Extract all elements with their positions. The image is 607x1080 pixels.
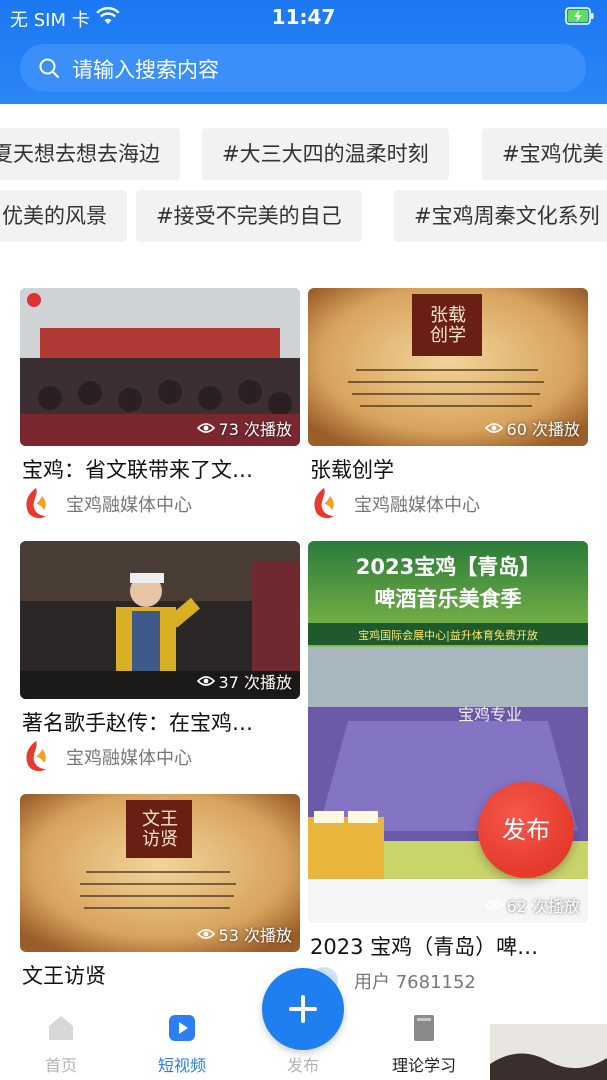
media-logo-icon	[26, 488, 46, 519]
eye-icon	[196, 929, 215, 939]
tab-label: 发布	[286, 1056, 319, 1075]
author-name: 宝鸡融媒体中心	[66, 495, 192, 516]
thumbnail-caption: 文王访贤	[142, 809, 178, 850]
eye-icon	[196, 423, 215, 433]
poster-subheadline: 啤酒音乐美食季	[374, 587, 522, 611]
add-button[interactable]	[262, 968, 344, 1050]
poster-banner: 宝鸡国际会展中心|益升体育免费开放	[358, 629, 538, 642]
clock: 11:47	[271, 5, 336, 29]
tab-home[interactable]: 首页	[6, 1012, 116, 1076]
view-count: 60 次播放	[484, 416, 580, 440]
floating-preview-thumbnail[interactable]	[490, 1024, 607, 1080]
author-row[interactable]: 宝鸡融媒体中心	[20, 484, 192, 524]
book-icon	[414, 1015, 434, 1041]
media-logo-icon	[314, 488, 334, 519]
video-card[interactable]: 37 次播放 著名歌手赵传：在宝鸡… 宝鸡融媒体中心	[20, 541, 300, 777]
eye-icon	[484, 423, 503, 433]
view-count: 37 次播放	[196, 669, 292, 693]
publish-floating-button[interactable]: 发布	[478, 782, 574, 878]
tag-chip[interactable]: 优美的风景	[0, 190, 127, 242]
tag-chip[interactable]: #接受不完美的自己	[136, 190, 362, 242]
search-icon	[39, 58, 59, 78]
view-count-text: 53 次播放	[218, 926, 292, 945]
author-name: 宝鸡融媒体中心	[66, 748, 192, 769]
tag-chip[interactable]: #大三大四的温柔时刻	[202, 128, 449, 180]
media-logo-icon	[26, 741, 46, 772]
preview-image	[490, 1024, 607, 1080]
view-count-text: 73 次播放	[218, 420, 292, 439]
author-name: 用户 7681152	[354, 972, 476, 993]
tab-label: 短视频	[157, 1056, 206, 1075]
view-count-text: 60 次播放	[506, 420, 580, 439]
tab-theory-study[interactable]: 理论学习	[369, 1012, 479, 1076]
tag-chip[interactable]: 夏天想去想去海边	[0, 128, 180, 180]
header: 无 SIM 卡 11:47 请输入搜索内容	[0, 0, 607, 104]
hot-tags: 夏天想去想去海边 #大三大四的温柔时刻 #宝鸡优美 优美的风景 #接受不完美的自…	[0, 104, 607, 254]
video-thumbnail[interactable]: 张载创学 60 次播放	[308, 288, 588, 446]
video-title[interactable]: 张载创学	[310, 454, 588, 484]
video-title[interactable]: 著名歌手赵传：在宝鸡…	[22, 707, 300, 737]
video-thumbnail[interactable]: 37 次播放	[20, 541, 300, 699]
video-thumbnail[interactable]: 文王访贤 53 次播放	[20, 794, 300, 952]
eye-icon	[196, 676, 215, 686]
view-count-text: 37 次播放	[218, 673, 292, 692]
view-count: 73 次播放	[196, 416, 292, 440]
battery-charging-icon	[565, 7, 594, 25]
view-count-text: 62 次播放	[506, 897, 580, 916]
tag-chip[interactable]: #宝鸡周秦文化系列	[394, 190, 607, 242]
video-title[interactable]: 文王访贤	[22, 960, 300, 990]
tab-label: 首页	[44, 1056, 77, 1075]
video-thumbnail[interactable]: 73 次播放	[20, 288, 300, 446]
status-bar: 无 SIM 卡 11:47	[0, 0, 607, 34]
tab-short-video[interactable]: 短视频	[127, 1012, 237, 1076]
poster-watermark: 宝鸡专业	[458, 705, 523, 724]
video-icon	[169, 1015, 195, 1041]
video-title[interactable]: 2023 宝鸡（青岛）啤…	[310, 931, 588, 961]
view-count: 62 次播放	[484, 893, 580, 917]
add-icon	[289, 995, 317, 1023]
thumbnail-caption: 张载创学	[430, 305, 466, 346]
author-row[interactable]: 宝鸡融媒体中心	[308, 484, 480, 524]
video-card[interactable]: 文王访贤 53 次播放 文王访贤	[20, 794, 300, 1004]
home-icon	[49, 1016, 73, 1040]
author-name: 宝鸡融媒体中心	[354, 495, 480, 516]
tab-label: 理论学习	[391, 1056, 456, 1075]
video-card[interactable]: 73 次播放 宝鸡：省文联带来了文… 宝鸡融媒体中心	[20, 288, 300, 524]
search-input[interactable]: 请输入搜索内容	[72, 54, 219, 84]
view-count: 53 次播放	[196, 922, 292, 946]
search-bar[interactable]: 请输入搜索内容	[20, 44, 586, 92]
video-card[interactable]: 2023宝鸡【青岛】 啤酒音乐美食季 宝鸡国际会展中心|益升体育免费开放 宝鸡专…	[308, 541, 588, 997]
poster-headline: 2023宝鸡【青岛】	[355, 555, 541, 579]
video-title[interactable]: 宝鸡：省文联带来了文…	[22, 454, 300, 484]
video-grid: 73 次播放 宝鸡：省文联带来了文… 宝鸡融媒体中心 张载创学 60 次播放 张…	[0, 254, 607, 1004]
video-card[interactable]: 张载创学 60 次播放 张载创学 宝鸡融媒体中心	[308, 288, 588, 524]
tag-chip[interactable]: #宝鸡优美	[482, 128, 607, 180]
eye-icon	[484, 900, 503, 910]
author-row[interactable]: 宝鸡融媒体中心	[20, 737, 192, 777]
